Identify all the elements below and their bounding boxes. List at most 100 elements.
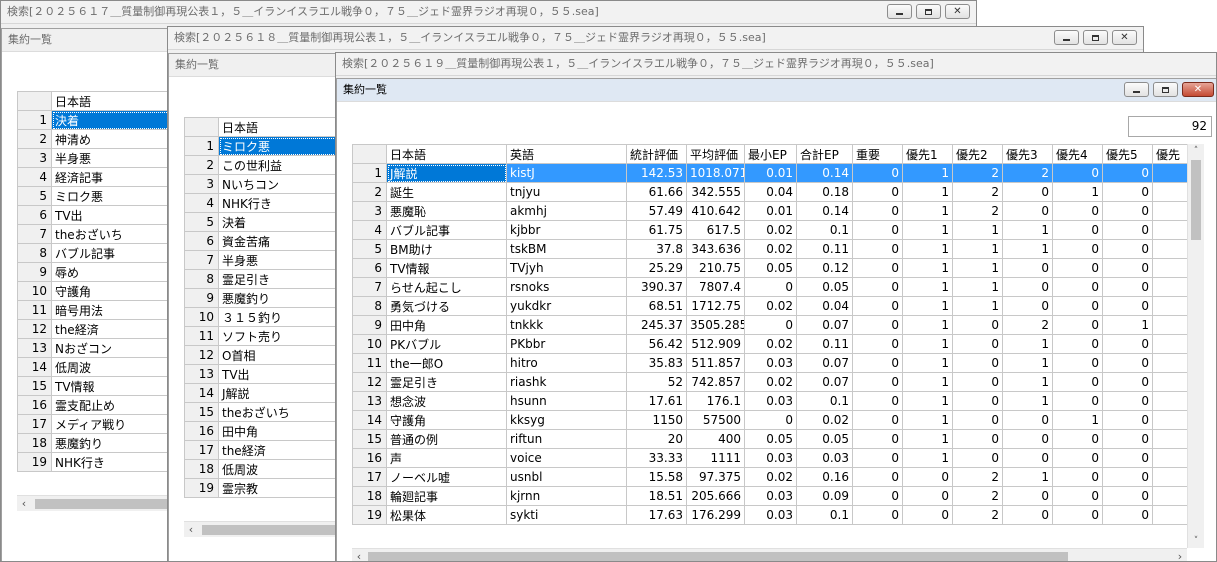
cell-value[interactable]: 1 [902, 201, 953, 221]
cell-value[interactable]: 1 [952, 296, 1003, 316]
close-button[interactable]: ✕ [1182, 82, 1214, 97]
cell-value[interactable]: 1 [1002, 467, 1053, 487]
cell-japanese[interactable]: J解説 [218, 383, 337, 403]
cell-value[interactable]: 0.05 [796, 429, 853, 449]
cell-value[interactable]: 0 [1002, 258, 1053, 278]
cell-japanese[interactable]: TV情報 [386, 258, 507, 278]
cell-value[interactable]: 0 [852, 353, 903, 373]
cell-value[interactable]: 0 [852, 315, 903, 335]
table-row[interactable]: 5 決着 [184, 212, 337, 232]
cell-value[interactable]: 0.02 [744, 372, 797, 392]
cell-empty[interactable] [1152, 182, 1188, 202]
cell-value[interactable]: 0 [1002, 486, 1053, 506]
cell-value[interactable]: 0 [902, 505, 953, 525]
cell-value[interactable]: 61.75 [626, 220, 687, 240]
scroll-right-icon[interactable]: › [1173, 549, 1187, 561]
table-row[interactable]: 9 田中角 tnkkk 245.37 3505.285 0 0.07 0 1 0 2 0 1 [352, 315, 1188, 335]
cell-value[interactable]: 0 [1052, 391, 1103, 411]
cell-value[interactable]: 0 [952, 429, 1003, 449]
cell-value[interactable]: 0 [1002, 505, 1053, 525]
cell-japanese[interactable]: BM助け [386, 239, 507, 259]
column-header[interactable]: 日本語 [386, 144, 507, 164]
cell-value[interactable]: 0 [1102, 163, 1153, 183]
cell-value[interactable]: 0 [852, 334, 903, 354]
cell-value[interactable]: 400 [686, 429, 745, 449]
cell-value[interactable]: 0.05 [796, 277, 853, 297]
cell-japanese[interactable]: Nおざコン [51, 338, 170, 358]
cell-value[interactable]: 0 [1102, 258, 1153, 278]
cell-english[interactable]: sykti [506, 505, 627, 525]
cell-value[interactable]: 0.03 [744, 505, 797, 525]
horizontal-scrollbar[interactable]: ‹ [17, 495, 176, 511]
cell-value[interactable]: 1 [902, 239, 953, 259]
cell-value[interactable]: 1 [1002, 391, 1053, 411]
cell-japanese[interactable]: らせん起こし [386, 277, 507, 297]
cell-japanese[interactable]: ソフト売り [218, 326, 337, 346]
minimize-button[interactable] [1124, 82, 1149, 97]
cell-value[interactable]: 61.66 [626, 182, 687, 202]
cell-japanese[interactable]: 霊足引き [218, 269, 337, 289]
cell-value[interactable]: 0 [852, 410, 903, 430]
table-row[interactable]: 10 PKバブル PKbbr 56.42 512.909 0.02 0.11 0 1 0 1 0 0 [352, 334, 1188, 354]
cell-value[interactable]: 0.14 [796, 201, 853, 221]
cell-value[interactable]: 1150 [626, 410, 687, 430]
cell-japanese[interactable]: TV出 [51, 205, 170, 225]
summary-grid[interactable]: 日本語 1 決着 2 神清め 3 半身悪 4 経済記事 5 ミロク悪 6 TV出 7 theおざいち 8 バブ… [17, 91, 170, 472]
cell-empty[interactable] [1152, 315, 1188, 335]
table-row[interactable]: 10 ３１５釣り [184, 307, 337, 327]
cell-japanese[interactable]: 半身悪 [218, 250, 337, 270]
cell-japanese[interactable]: O首相 [218, 345, 337, 365]
cell-japanese[interactable]: ミロク悪 [218, 136, 337, 156]
scrollbar-thumb[interactable] [35, 499, 176, 509]
cell-japanese[interactable]: ミロク悪 [51, 186, 170, 206]
cell-value[interactable]: 57.49 [626, 201, 687, 221]
cell-japanese[interactable]: theおざいち [218, 402, 337, 422]
scrollbar-thumb[interactable] [202, 525, 343, 535]
cell-english[interactable]: tskBM [506, 239, 627, 259]
cell-value[interactable]: 742.857 [686, 372, 745, 392]
table-row[interactable]: 7 theおざいち [17, 224, 170, 244]
table-row[interactable]: 8 霊足引き [184, 269, 337, 289]
cell-value[interactable]: 0.02 [744, 334, 797, 354]
cell-value[interactable]: 0 [852, 296, 903, 316]
cell-value[interactable]: 0 [852, 258, 903, 278]
table-row[interactable]: 12 霊足引き riashk 52 742.857 0.02 0.07 0 1 0 1 0 0 [352, 372, 1188, 392]
cell-japanese[interactable]: バブル記事 [386, 220, 507, 240]
table-row[interactable]: 5 BM助け tskBM 37.8 343.636 0.02 0.11 0 1 1 1 0 0 [352, 239, 1188, 259]
table-row[interactable]: 15 普通の例 riftun 20 400 0.05 0.05 0 1 0 0 0 0 [352, 429, 1188, 449]
cell-japanese[interactable]: 決着 [218, 212, 337, 232]
cell-value[interactable]: 0 [1102, 391, 1153, 411]
table-row[interactable]: 18 低周波 [184, 459, 337, 479]
cell-japanese[interactable]: PKバブル [386, 334, 507, 354]
column-header[interactable]: 優先4 [1052, 144, 1103, 164]
cell-value[interactable]: 0 [744, 277, 797, 297]
cell-value[interactable]: 0 [1102, 277, 1153, 297]
cell-value[interactable]: 142.53 [626, 163, 687, 183]
cell-value[interactable]: 0.12 [796, 258, 853, 278]
cell-value[interactable]: 0.11 [796, 239, 853, 259]
cell-value[interactable]: 68.51 [626, 296, 687, 316]
cell-value[interactable]: 0 [1002, 182, 1053, 202]
cell-empty[interactable] [1152, 220, 1188, 240]
cell-japanese[interactable]: 勇気づける [386, 296, 507, 316]
maximize-button[interactable] [1153, 82, 1178, 97]
cell-value[interactable]: 0 [1102, 467, 1153, 487]
cell-japanese[interactable]: 悪魔恥 [386, 201, 507, 221]
cell-value[interactable]: 0 [1052, 201, 1103, 221]
column-header-japanese[interactable]: 日本語 [218, 117, 337, 137]
cell-english[interactable]: tnjyu [506, 182, 627, 202]
cell-value[interactable]: 512.909 [686, 334, 745, 354]
table-row[interactable]: 13 想念波 hsunn 17.61 176.1 0.03 0.1 0 1 0 1 0 0 [352, 391, 1188, 411]
cell-empty[interactable] [1152, 334, 1188, 354]
table-row[interactable]: 14 守護角 kksyg 1150 57500 0 0.02 0 1 0 0 1 0 [352, 410, 1188, 430]
cell-value[interactable]: 0.02 [744, 220, 797, 240]
cell-value[interactable]: 0 [852, 391, 903, 411]
cell-empty[interactable] [1152, 486, 1188, 506]
cell-empty[interactable] [1152, 163, 1188, 183]
cell-english[interactable]: TVjyh [506, 258, 627, 278]
table-row[interactable]: 19 NHK行き [17, 452, 170, 472]
cell-value[interactable]: 0 [1102, 353, 1153, 373]
cell-value[interactable]: 0.02 [744, 296, 797, 316]
cell-empty[interactable] [1152, 372, 1188, 392]
table-row[interactable]: 2 神清め [17, 129, 170, 149]
